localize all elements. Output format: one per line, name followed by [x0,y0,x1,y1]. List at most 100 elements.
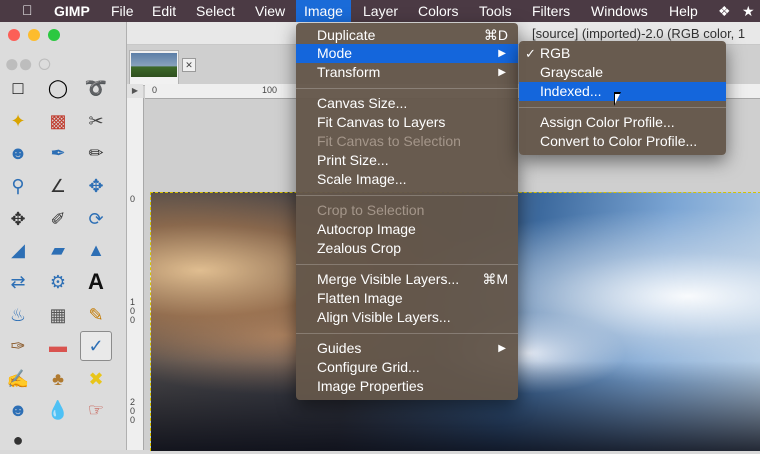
free-select-icon[interactable]: ➰ [81,74,111,102]
menu-item-duplicate[interactable]: Duplicate ⌘D [296,26,518,45]
menu-image[interactable]: Image [296,0,351,22]
submenu-arrow-icon: ▶ [498,48,506,59]
ellipse-select-icon[interactable]: ◯ [43,74,73,102]
ruler-tick-label: 100 [262,85,278,95]
menu-separator [296,195,518,196]
apple-icon[interactable]:  [22,2,33,18]
checkmark-icon: ✓ [525,46,536,61]
menu-item-fit-canvas-to-selection: Fit Canvas to Selection [296,132,518,151]
menu-separator [519,107,726,108]
close-window-icon[interactable] [8,29,20,41]
vertical-ruler[interactable]: 0 1 0 0 2 0 0 [127,98,144,450]
cage-icon[interactable]: ⚙ [43,268,73,296]
status-app-icon[interactable]: ❖ [718,3,731,20]
text-icon[interactable]: A [81,268,111,296]
flip-icon[interactable]: ⇄ [3,268,33,296]
menu-item-mode[interactable]: Mode ▶ [296,44,518,63]
status-accessibility-icon[interactable]: ★ [742,3,755,20]
menu-item-canvas-size[interactable]: Canvas Size... [296,94,518,113]
close-tab-icon[interactable]: ✕ [182,58,196,72]
menu-item-guides[interactable]: Guides ▶ [296,339,518,358]
menu-item-zealous-crop[interactable]: Zealous Crop [296,239,518,258]
align-icon[interactable]: ✥ [3,205,33,233]
image-tab[interactable] [129,50,179,86]
menu-tools[interactable]: Tools [471,0,520,22]
menu-item-label: Merge Visible Layers... [317,271,460,287]
zoom-icon[interactable]: ⚲ [3,172,33,200]
submenu-arrow-icon: ▶ [498,343,506,354]
menu-item-scale-image[interactable]: Scale Image... [296,170,518,189]
menu-item-configure-grid[interactable]: Configure Grid... [296,358,518,377]
perspective-icon[interactable]: ▲ [81,236,111,264]
menu-select[interactable]: Select [188,0,243,22]
menu-item-align-visible-layers[interactable]: Align Visible Layers... [296,308,518,327]
ruler-tick-label: 2 0 0 [130,397,136,425]
menu-separator [296,264,518,265]
zoom-window-icon[interactable] [48,29,60,41]
menu-item-label: Duplicate [317,27,376,43]
menu-item-label: Image Properties [317,378,424,394]
submenu-item-rgb[interactable]: ✓ RGB [519,44,726,63]
menu-item-fit-canvas-to-layers[interactable]: Fit Canvas to Layers [296,113,518,132]
perspective-clone-icon[interactable]: ☻ [3,396,33,424]
rect-select-icon[interactable]: □ [3,74,33,102]
rotate-icon[interactable]: ⟳ [81,205,111,233]
color-picker-icon[interactable]: ✏ [81,139,111,167]
fuzzy-select-icon[interactable]: ✦ [3,107,33,135]
menu-help[interactable]: Help [661,0,706,22]
menu-item-transform[interactable]: Transform ▶ [296,63,518,82]
paintbrush-icon[interactable]: ✑ [3,332,33,360]
submenu-item-convert-to-color-profile[interactable]: Convert to Color Profile... [519,132,726,151]
bucket-fill-icon[interactable]: ♨ [3,301,33,329]
mouse-pointer-fill [615,94,620,104]
crop-icon[interactable]: ✐ [43,205,73,233]
shear-icon[interactable]: ▰ [43,236,73,264]
menu-separator [296,88,518,89]
menu-view[interactable]: View [247,0,293,22]
submenu-item-assign-color-profile[interactable]: Assign Color Profile... [519,113,726,132]
menu-item-label: Align Visible Layers... [317,309,451,325]
menu-colors[interactable]: Colors [410,0,466,22]
foreground-select-icon[interactable]: ☻ [3,139,33,167]
ink-icon[interactable]: ✍ [3,365,33,393]
measure-icon[interactable]: ∠ [43,172,73,200]
menu-windows[interactable]: Windows [583,0,656,22]
menu-item-image-properties[interactable]: Image Properties [296,377,518,396]
menu-item-merge-visible-layers[interactable]: Merge Visible Layers... ⌘M [296,270,518,289]
quick-mask-toggle-icon[interactable]: ▶ [127,84,143,98]
menu-app-gimp[interactable]: GIMP [46,0,98,22]
menu-item-label: Fit Canvas to Selection [317,133,461,149]
ruler-tick-label: 0 [152,85,158,95]
menu-edit[interactable]: Edit [144,0,184,22]
menu-item-autocrop-image[interactable]: Autocrop Image [296,220,518,239]
submenu-item-indexed[interactable]: Indexed... [519,82,726,101]
color-select-icon[interactable]: ▩ [43,107,73,135]
smudge-icon[interactable]: ☞ [81,396,111,424]
blur-icon[interactable]: 💧 [43,396,73,424]
mode-submenu: ✓ RGB Grayscale Indexed... Assign Color … [519,41,726,155]
menu-item-label: Convert to Color Profile... [540,133,698,149]
toolbox-window: ●● ○ □ ◯ ➰ ✦ ▩ ✂ ☻ ✒ ✏ ⚲ ∠ ✥ ✥ ✐ ⟳ ◢ ▰ ▲… [0,22,127,450]
minimize-window-icon[interactable] [28,29,40,41]
paths-icon[interactable]: ✒ [43,139,73,167]
menu-layer[interactable]: Layer [355,0,406,22]
menu-filters[interactable]: Filters [524,0,578,22]
move-icon[interactable]: ✥ [81,172,111,200]
scissors-icon[interactable]: ✂ [81,107,111,135]
submenu-item-grayscale[interactable]: Grayscale [519,63,726,82]
menu-item-print-size[interactable]: Print Size... [296,151,518,170]
menu-item-flatten-image[interactable]: Flatten Image [296,289,518,308]
blend-icon[interactable]: ▦ [43,301,73,329]
menu-item-label: Assign Color Profile... [540,114,675,130]
clone-icon[interactable]: ♣ [43,365,73,393]
menu-item-crop-to-selection: Crop to Selection [296,201,518,220]
menu-file[interactable]: File [103,0,142,22]
menu-item-label: Transform [317,64,381,80]
pencil-icon[interactable]: ✎ [81,301,111,329]
menu-item-shortcut: ⌘D [483,27,508,43]
scale-icon[interactable]: ◢ [3,236,33,264]
eraser-icon[interactable]: ▬ [43,332,73,360]
heal-icon[interactable]: ✖ [81,365,111,393]
menu-item-label: Configure Grid... [317,359,420,375]
airbrush-icon[interactable]: ✓ [80,331,112,361]
